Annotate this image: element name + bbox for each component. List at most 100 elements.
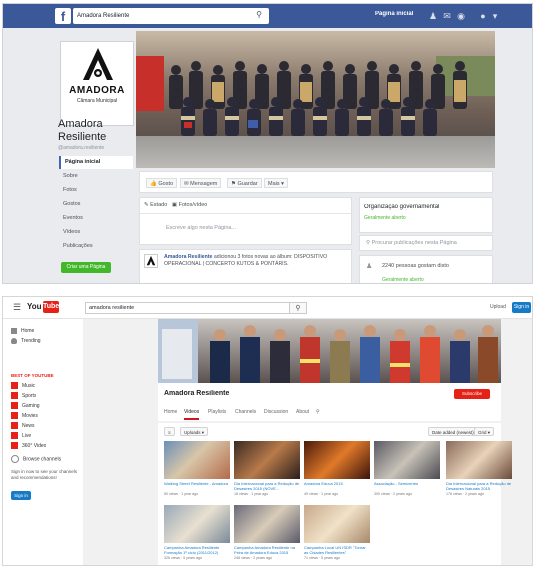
more-button[interactable]: Mais ▾ <box>264 178 288 188</box>
post-author-link[interactable]: Amadora Resiliente <box>164 254 212 260</box>
video-item[interactable]: Walking Street Resiliente - Amadora 50 v… <box>164 441 230 499</box>
tab-videos[interactable]: Videos <box>184 409 200 420</box>
video-meta: 176 views · 2 years ago <box>446 492 484 496</box>
create-page-button[interactable]: Criar uma Página <box>61 262 111 273</box>
tab-playlists[interactable]: Playlists <box>208 409 226 415</box>
nav-item-likes[interactable]: Gostos <box>59 198 133 211</box>
video-title[interactable]: Campanha Amadora Resiliente Formação 1º … <box>164 545 230 555</box>
youtube-sidebar: Home Trending BEST OF YOUTUBE Music Spor… <box>3 319 83 565</box>
nav-item-photos[interactable]: Fotos <box>59 184 133 197</box>
video-item[interactable]: Campanha Amadora Resiliente na Feira de … <box>234 505 300 563</box>
video-title[interactable]: Campanha Local UN ISDR "Tornar as Cidade… <box>304 545 370 555</box>
nav-item-about[interactable]: Sobre <box>59 170 133 183</box>
sidebar-item-gaming[interactable]: Gaming <box>11 402 40 411</box>
sidebar-item-sports[interactable]: Sports <box>11 392 36 401</box>
banner-photo-image <box>158 319 498 383</box>
video-thumbnail[interactable] <box>164 505 230 543</box>
list-view-button[interactable]: ≡ <box>164 427 175 436</box>
help-icon[interactable]: ● <box>477 10 489 22</box>
video-thumbnail[interactable] <box>304 505 370 543</box>
gaming-icon <box>11 402 18 410</box>
nav-item-posts[interactable]: Publicações <box>59 240 133 253</box>
facebook-search-input[interactable]: Amadora Resiliente <box>73 8 269 24</box>
tab-about[interactable]: About <box>296 409 309 415</box>
save-button[interactable]: ⚑ Guardar <box>227 178 262 188</box>
search-channel-icon[interactable]: ⚲ <box>316 409 320 415</box>
page-name-line2[interactable]: Resiliente <box>58 131 106 143</box>
tab-home[interactable]: Home <box>164 409 177 415</box>
status-tab[interactable]: Estado <box>150 202 167 208</box>
video-item[interactable]: Dia Internacional para a Redução de Desa… <box>446 441 512 499</box>
page-avatar[interactable] <box>144 254 158 268</box>
sidebar-sign-in-button[interactable]: Sign in <box>11 491 31 500</box>
notifications-icon[interactable]: ◉ <box>455 10 467 22</box>
video-title[interactable]: Dia Internacional para a Redução de Desa… <box>446 481 512 491</box>
composer-input[interactable]: Escreve algo nesta Página... <box>166 225 236 231</box>
chevron-down-icon: ▾ <box>487 430 491 435</box>
video-thumbnail[interactable] <box>374 441 440 479</box>
menu-icon[interactable]: ☰ <box>13 302 23 312</box>
upload-link[interactable]: Upload <box>490 304 506 310</box>
video-title[interactable]: Walking Street Resiliente - Amadora <box>164 481 230 491</box>
video-title[interactable]: Campanha Amadora Resiliente na Feira de … <box>234 545 300 555</box>
video-meta: 326 views · 5 years ago <box>164 556 202 560</box>
video-title[interactable]: Dia Internacional para a Redução de Desa… <box>234 481 300 491</box>
video-item[interactable]: Campanha Amadora Resiliente Formação 1º … <box>164 505 230 563</box>
channel-title[interactable]: Amadora Resiliente <box>164 390 229 397</box>
sidebar-item-music[interactable]: Music <box>11 382 35 391</box>
tab-discussion[interactable]: Discussion <box>264 409 288 415</box>
page-name[interactable]: Amadora <box>58 118 103 130</box>
video-item[interactable]: Campanha Local UN ISDR "Tornar as Cidade… <box>304 505 370 563</box>
page-handle[interactable]: @amadora.resiliente <box>58 145 104 151</box>
trending-label: Trending <box>21 338 41 344</box>
photos-tab[interactable]: Fotos/vídeo <box>179 202 208 208</box>
search-icon[interactable]: ⚲ <box>289 302 307 314</box>
nav-item-events[interactable]: Eventos <box>59 212 133 225</box>
message-button[interactable]: ✉ Mensagem <box>180 178 222 188</box>
channel-banner <box>158 319 501 383</box>
uploads-dropdown[interactable]: Uploads ▾ <box>180 427 209 436</box>
sidebar-item-live[interactable]: Live <box>11 432 31 441</box>
sidebar-item-browse[interactable]: Browse channels <box>11 455 61 464</box>
search-posts-input[interactable]: ⚲ Procurar publicações nesta Página <box>359 235 493 251</box>
home-link[interactable]: Página inicial <box>375 11 413 17</box>
video-thumbnail[interactable] <box>234 505 300 543</box>
video-thumbnail[interactable] <box>446 441 512 479</box>
sidebar-item-movies[interactable]: Movies <box>11 412 38 421</box>
post-text: Amadora Resiliente adicionou 3 fotos nov… <box>164 254 349 268</box>
logo-you: You <box>27 302 42 311</box>
video-item[interactable]: Dia Internacional para a Redução de Desa… <box>234 441 300 499</box>
video-item[interactable]: Associação - Semicentro 300 views · 2 ye… <box>374 441 440 499</box>
friend-requests-icon[interactable]: ♟ <box>427 10 439 22</box>
subscribe-button[interactable]: Subscribe <box>454 389 490 399</box>
message-icon: ✉ <box>184 181 189 187</box>
video-title[interactable]: Amadora Educa 2015 <box>304 481 370 491</box>
video-thumbnail[interactable] <box>304 441 370 479</box>
sidebar-item-home[interactable]: Home <box>11 327 34 336</box>
facebook-logo-icon[interactable]: f <box>55 8 71 24</box>
grid-dropdown[interactable]: Grid ▾ <box>474 427 495 436</box>
sign-in-button[interactable]: Sign in <box>512 302 531 313</box>
search-icon[interactable]: ⚲ <box>254 10 264 20</box>
video-item[interactable]: Amadora Educa 2015 49 views · 1 year ago <box>304 441 370 499</box>
youtube-search-input[interactable]: amadora resiliente <box>85 302 307 314</box>
video-meta: 18 views · 1 year ago <box>234 492 269 496</box>
profile-picture[interactable]: AMADORA Câmara Municipal <box>60 41 134 126</box>
nav-item-videos[interactable]: Vídeos <box>59 226 133 239</box>
sidebar-item-trending[interactable]: Trending <box>11 337 41 346</box>
nav-item-home[interactable]: Página inicial <box>59 156 133 169</box>
sidebar-item-360[interactable]: 360° Video <box>11 442 46 451</box>
sidebar-item-news[interactable]: News <box>11 422 35 431</box>
messages-icon[interactable]: ✉ <box>441 10 453 22</box>
likes-count[interactable]: 2240 pessoas gostam disto <box>382 263 449 269</box>
video-thumbnail[interactable] <box>234 441 300 479</box>
video-title[interactable]: Associação - Semicentro <box>374 481 440 491</box>
cover-photo[interactable] <box>136 31 495 168</box>
video-meta: 49 views · 1 year ago <box>304 492 339 496</box>
youtube-logo[interactable]: You Tube <box>27 301 59 314</box>
video-thumbnail[interactable] <box>164 441 230 479</box>
tab-channels[interactable]: Channels <box>235 409 256 415</box>
like-page-button[interactable]: 👍 Gosto <box>146 178 178 188</box>
like-label: Gosto <box>158 181 174 187</box>
account-menu-icon[interactable]: ▾ <box>489 10 501 22</box>
